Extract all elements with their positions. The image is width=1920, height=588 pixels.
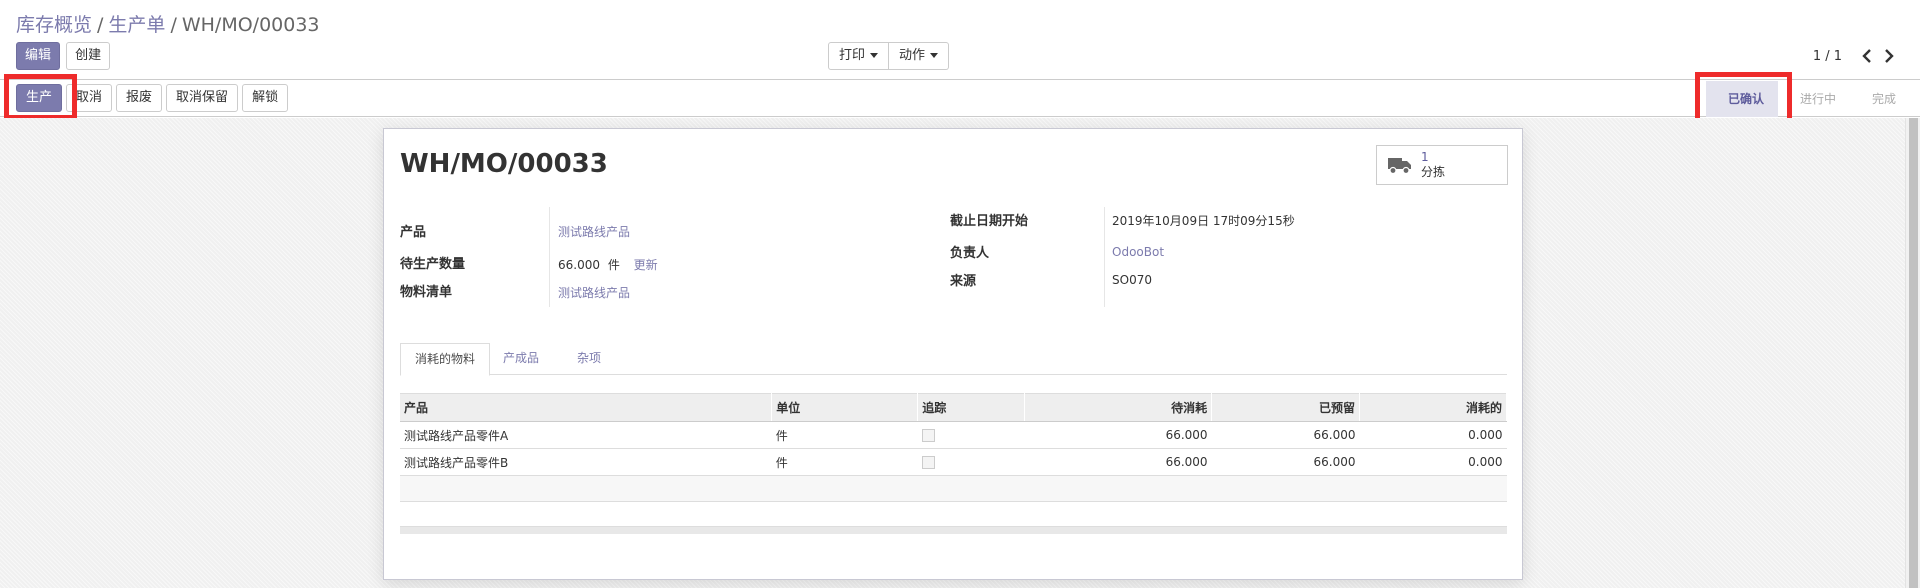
- product-value[interactable]: 测试路线产品: [558, 223, 630, 240]
- column-header-uom[interactable]: 单位: [771, 393, 919, 422]
- table-row[interactable]: 测试路线产品零件B 件 66.000 66.000 0.000: [400, 448, 1507, 476]
- picking-smart-button[interactable]: 1 分拣: [1376, 145, 1508, 185]
- quantity-label: 待生产数量: [400, 257, 466, 272]
- scrollbar-thumb[interactable]: [1909, 118, 1918, 588]
- product-label: 产品: [400, 225, 427, 240]
- statusbar: 生产 取消 报废 取消保留 解锁 已确认 进行中 完成: [0, 81, 1920, 117]
- caret-down-icon: [870, 53, 879, 58]
- column-header-reserved[interactable]: 已预留: [1211, 393, 1361, 422]
- column-header-tracking[interactable]: 追踪: [917, 393, 1026, 422]
- responsible-label: 负责人: [950, 246, 990, 261]
- sidebar-dropdowns: 打印 动作: [828, 42, 950, 70]
- column-header-product[interactable]: 产品: [400, 393, 773, 422]
- print-dropdown[interactable]: 打印: [828, 42, 890, 70]
- table-row[interactable]: 测试路线产品零件A 件 66.000 66.000 0.000: [400, 421, 1507, 449]
- pager-value[interactable]: 1 / 1: [1813, 49, 1842, 64]
- picking-count: 1: [1421, 150, 1429, 164]
- tab-consumed-materials[interactable]: 消耗的物料: [400, 343, 491, 376]
- breadcrumb-separator: /: [170, 14, 177, 36]
- stage-done: 完成: [1871, 92, 1896, 106]
- quantity-field: 66.000 件 更新: [558, 256, 658, 273]
- action-dropdown[interactable]: 动作: [889, 42, 950, 70]
- breadcrumb-current: WH/MO/00033: [181, 14, 320, 36]
- vertical-scrollbar[interactable]: [1905, 118, 1920, 588]
- tab-finished-products[interactable]: 产成品: [489, 343, 553, 375]
- cell-tracking: [917, 448, 1025, 476]
- pager-previous-button[interactable]: [1856, 46, 1878, 66]
- breadcrumb-manufacturing-orders[interactable]: 生产单: [108, 14, 165, 36]
- empty-row: [400, 475, 1507, 502]
- cell-reserved: 66.000: [1211, 421, 1360, 449]
- cell-product: 测试路线产品零件A: [400, 421, 772, 449]
- picking-label: 分拣: [1421, 165, 1446, 179]
- cell-product: 测试路线产品零件B: [400, 448, 772, 476]
- pager-next-button[interactable]: [1878, 46, 1900, 66]
- field-divider: [549, 207, 550, 307]
- chevron-left-icon: [1862, 49, 1871, 63]
- cell-consumed: 0.000: [1359, 421, 1507, 449]
- quantity-value: 66.000: [558, 258, 600, 272]
- field-divider: [1104, 207, 1105, 307]
- print-label: 打印: [839, 48, 866, 63]
- consumed-materials-table: 产品 单位 追踪 待消耗 已预留 消耗的 测试路线产品零件A 件 66.000 …: [400, 393, 1507, 502]
- chevron-right-icon: [1885, 49, 1894, 63]
- breadcrumb: 库存概览 / 生产单 / WH/MO/00033: [16, 10, 320, 37]
- responsible-value[interactable]: OdooBot: [1112, 245, 1164, 259]
- deadline-label: 截止日期开始: [950, 214, 1029, 229]
- tracking-checkbox: [921, 456, 935, 469]
- update-quantity-button[interactable]: 更新: [634, 258, 658, 272]
- create-button[interactable]: 创建: [66, 42, 111, 70]
- action-label: 动作: [899, 48, 926, 63]
- bom-label: 物料清单: [400, 285, 453, 300]
- produce-button[interactable]: 生产: [16, 84, 63, 112]
- truck-icon: [1388, 158, 1411, 175]
- deadline-value: 2019年10月09日 17时09分15秒: [1112, 214, 1295, 228]
- cancel-button[interactable]: 取消: [66, 84, 113, 112]
- scrap-button[interactable]: 报废: [116, 84, 163, 112]
- quantity-uom: 件: [607, 258, 620, 272]
- cell-to-consume: 66.000: [1024, 421, 1212, 449]
- notebook-tabs: 消耗的物料 产成品 杂项: [400, 343, 1507, 376]
- cell-tracking: [917, 421, 1025, 449]
- unlock-button[interactable]: 解锁: [242, 84, 289, 112]
- breadcrumb-inventory-overview[interactable]: 库存概览: [16, 14, 92, 36]
- cell-uom: 件: [771, 448, 918, 476]
- table-header-row: 产品 单位 追踪 待消耗 已预留 消耗的: [400, 393, 1507, 422]
- form-buttons: 编辑 创建: [16, 42, 112, 70]
- tab-miscellaneous[interactable]: 杂项: [563, 343, 615, 375]
- stage-confirmed: 已确认: [1705, 81, 1778, 117]
- bom-value[interactable]: 测试路线产品: [558, 284, 630, 301]
- caret-down-icon: [930, 53, 939, 58]
- cell-uom: 件: [771, 421, 918, 449]
- origin-label: 来源: [950, 274, 977, 289]
- origin-value: SO070: [1112, 273, 1152, 287]
- control-panel: 库存概览 / 生产单 / WH/MO/00033 编辑 创建 打印 动作 1 / 1: [0, 0, 1920, 80]
- column-header-consumed[interactable]: 消耗的: [1359, 393, 1507, 422]
- record-title: WH/MO/00033: [400, 149, 608, 179]
- pager: 1 / 1: [1813, 46, 1900, 66]
- edit-button[interactable]: 编辑: [16, 42, 61, 70]
- form-sheet: WH/MO/00033 1 分拣 产品 测试路线产品 待生产数量 66.000 …: [383, 128, 1523, 580]
- breadcrumb-separator: /: [97, 14, 104, 36]
- table-footer: [400, 526, 1507, 534]
- unreserve-button[interactable]: 取消保留: [166, 84, 239, 112]
- tracking-checkbox: [921, 429, 935, 442]
- statusbar-buttons: 生产 取消 报废 取消保留 解锁: [16, 84, 292, 112]
- cell-consumed: 0.000: [1359, 448, 1507, 476]
- cell-reserved: 66.000: [1211, 448, 1360, 476]
- cell-to-consume: 66.000: [1024, 448, 1212, 476]
- column-header-to-consume[interactable]: 待消耗: [1024, 393, 1213, 422]
- stage-in-progress: 进行中: [1799, 92, 1836, 106]
- status-stages: 已确认 进行中 完成: [1705, 81, 1910, 117]
